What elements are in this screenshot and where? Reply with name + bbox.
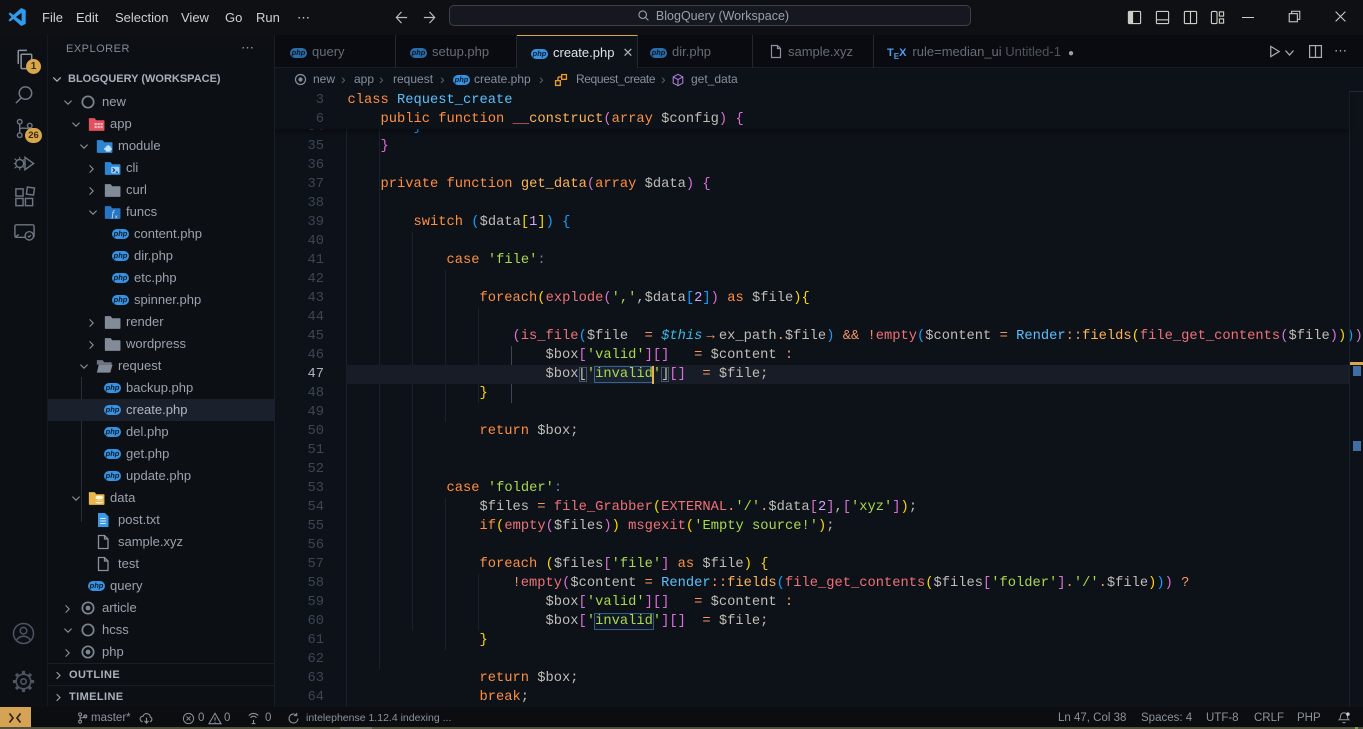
svg-text:x: x	[115, 214, 118, 220]
